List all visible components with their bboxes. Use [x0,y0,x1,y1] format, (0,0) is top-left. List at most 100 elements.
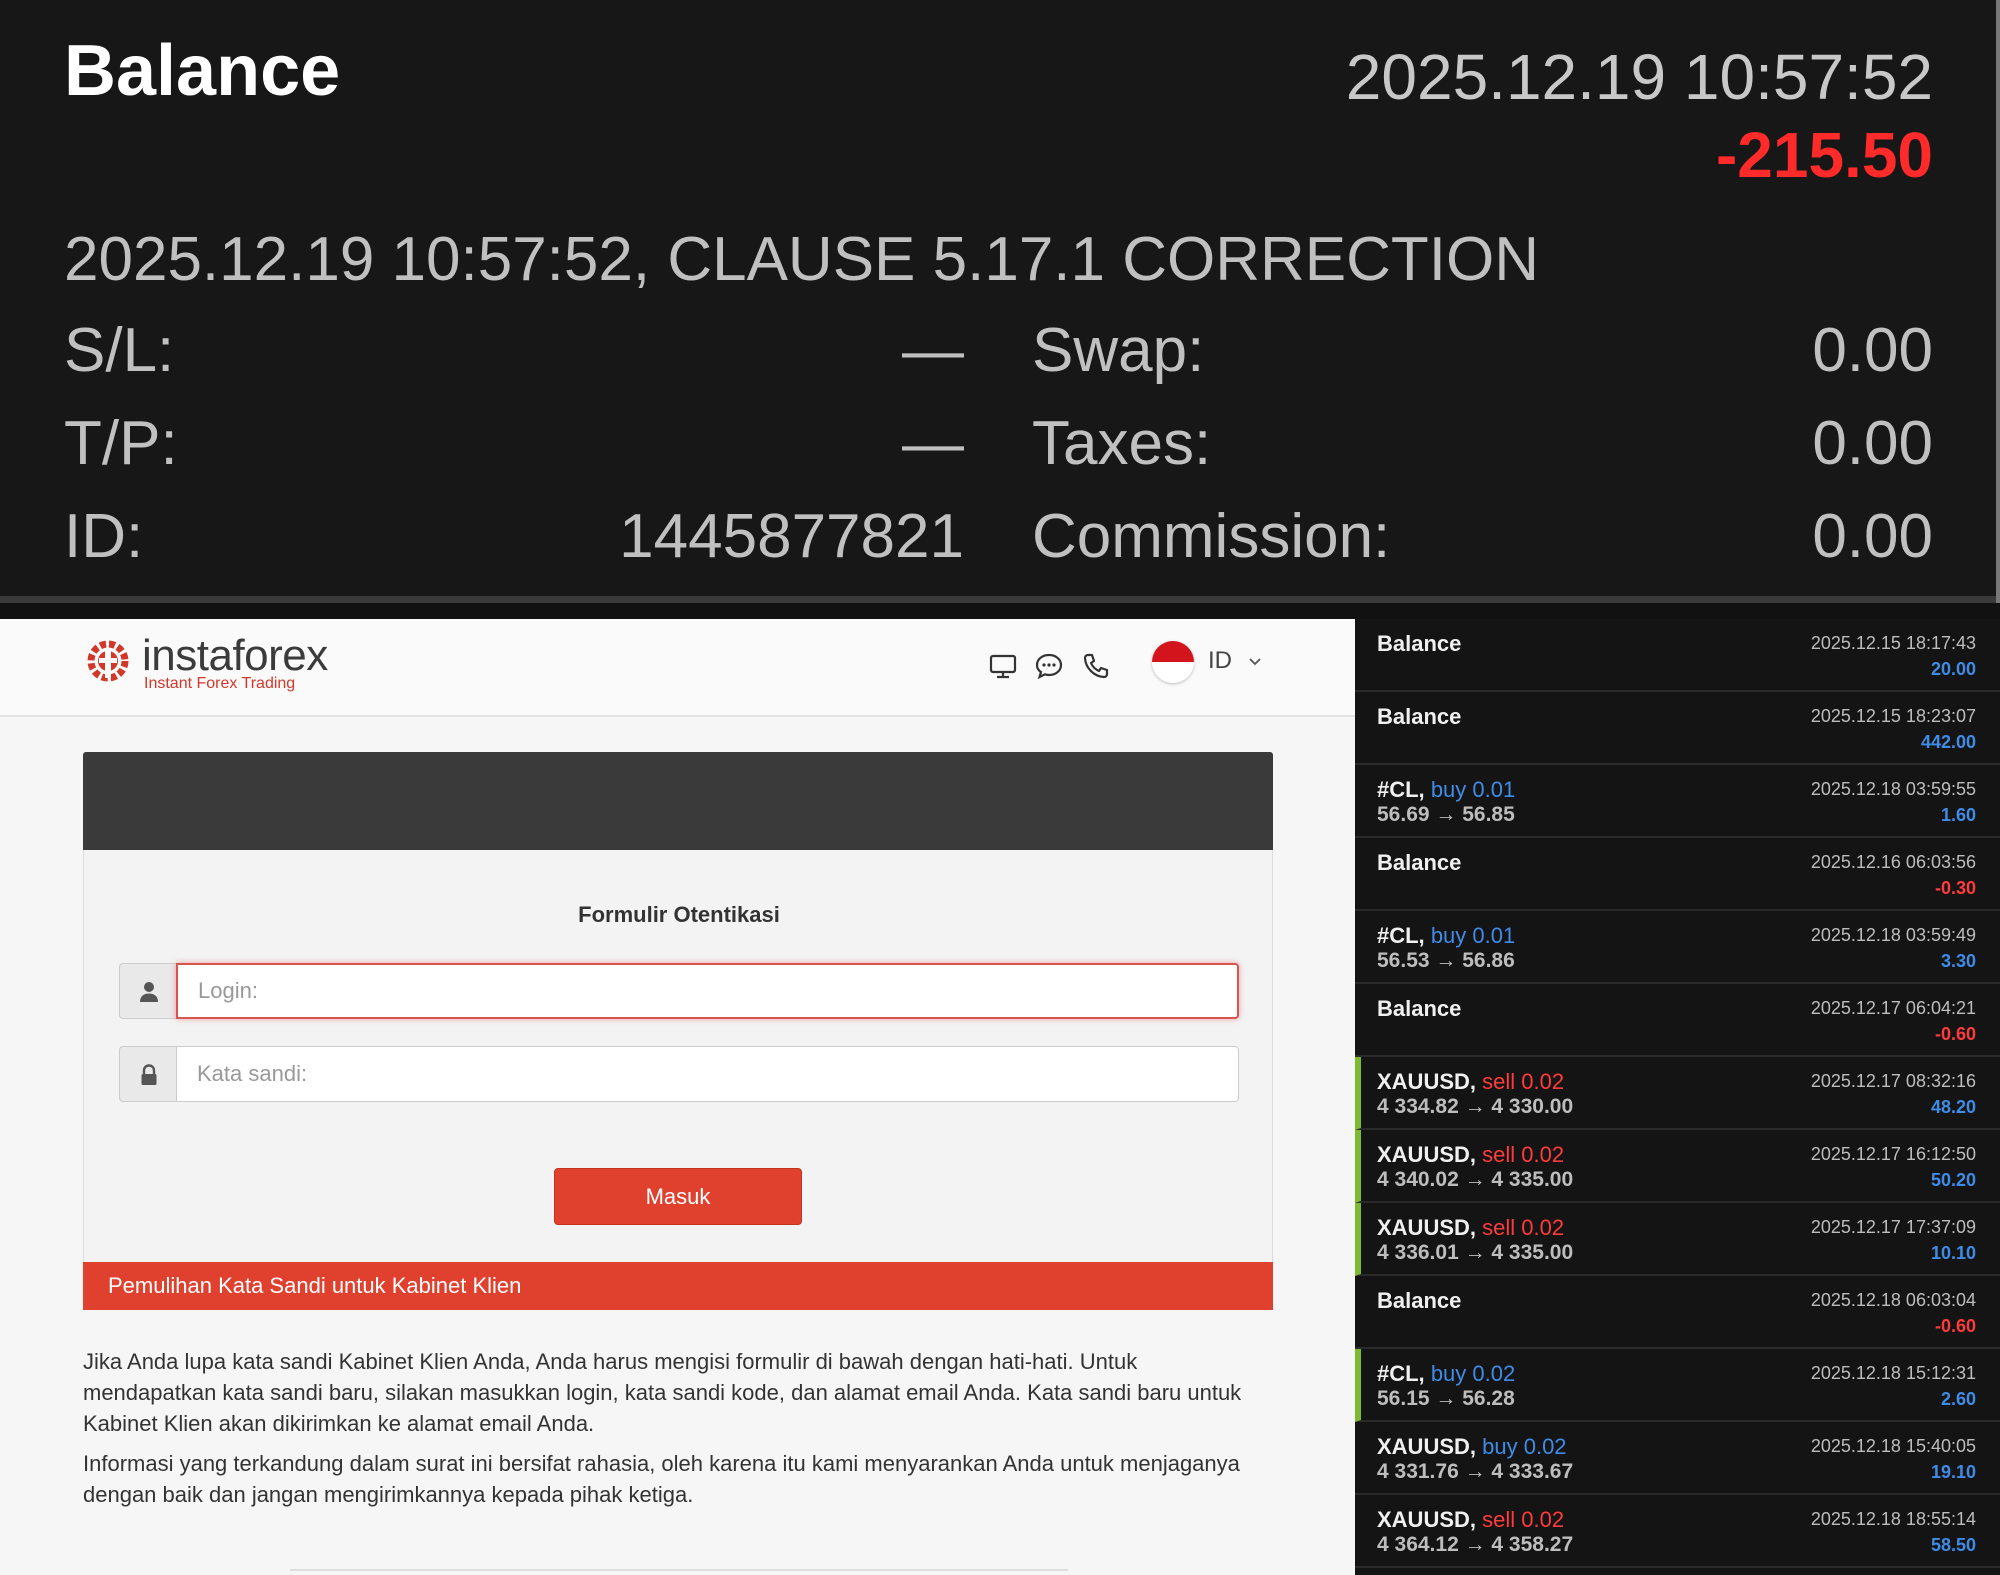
sl-value: — [902,316,964,385]
history-row-12[interactable]: XAUUSD, sell 0.02 4 364.12 → 4 358.27 20… [1355,1495,2000,1568]
taxes-value: 0.00 [1812,409,1933,478]
history-price: 4 364.12 → 4 358.27 [1377,1533,1574,1556]
swap-row: Swap: 0.00 [1032,316,1933,386]
form-header-bar [83,752,1273,850]
login-input[interactable] [176,963,1239,1019]
history-time: 2025.12.17 08:32:16 [1810,1071,1976,1091]
detail-time: 2025.12.19 10:57:52 [1345,41,1933,113]
history-price: 4 331.76 → 4 333.67 [1377,1460,1574,1483]
password-addon [119,1046,176,1102]
history-symbol: Balance [1377,996,1462,1021]
commission-row: Commission: 0.00 [1032,502,1933,572]
history-row-3[interactable]: Balance 2025.12.16 06:03:56 -0.30 [1355,838,2000,911]
history-price: 56.15 → 56.28 [1377,1387,1515,1410]
panel-divider [0,596,2000,603]
history-symbol: Balance [1377,850,1462,875]
user-icon [140,982,158,1002]
id-value: 1445877821 [619,502,964,571]
password-input[interactable] [176,1046,1239,1102]
history-row-4[interactable]: #CL, buy 0.01 56.53 → 56.86 2025.12.18 0… [1355,911,2000,984]
language-selector[interactable]: ID [1208,647,1232,675]
history-symbol: #CL, buy 0.01 [1377,777,1516,802]
login-addon [119,963,176,1019]
auth-form: Formulir Otentikasi Masuk [83,850,1273,1262]
history-symbol: XAUUSD, sell 0.02 [1377,1215,1565,1240]
history-price: 4 340.02 → 4 335.00 [1377,1168,1574,1191]
history-profit: -0.30 [1934,878,1976,898]
balance-detail-panel: Balance 2025.12.19 10:57:52 -215.50 2025… [0,0,2000,603]
history-row-5[interactable]: Balance 2025.12.17 06:04:21 -0.60 [1355,984,2000,1057]
history-price: 56.69 → 56.85 [1377,803,1515,826]
history-profit: 2.60 [1940,1389,1976,1409]
history-row-2[interactable]: #CL, buy 0.01 56.69 → 56.85 2025.12.18 0… [1355,765,2000,838]
history-time: 2025.12.18 03:59:55 [1810,779,1976,799]
history-time: 2025.12.18 18:55:14 [1810,1509,1976,1529]
site-header: instaforex Instant Forex Trading ID [0,619,1355,717]
history-row-10[interactable]: #CL, buy 0.02 56.15 → 56.28 2025.12.18 1… [1355,1349,2000,1422]
history-profit: 442.00 [1920,732,1976,752]
chevron-down-icon[interactable] [1248,655,1262,669]
detail-comment: 2025.12.19 10:57:52, CLAUSE 5.17.1 CORRE… [64,225,1540,294]
history-profit: -0.60 [1934,1024,1976,1044]
indonesia-flag-icon[interactable] [1152,641,1194,683]
history-profit: 58.50 [1930,1535,1976,1555]
phone-icon[interactable] [1081,651,1111,681]
history-profit: -0.60 [1934,1316,1976,1336]
history-symbol: #CL, buy 0.02 [1377,1361,1516,1386]
login-submit-button[interactable]: Masuk [554,1168,802,1225]
history-price: 56.53 → 56.86 [1377,949,1515,972]
history-profit: 50.20 [1930,1170,1976,1190]
history-time: 2025.12.18 06:03:04 [1810,1290,1976,1310]
history-row-0[interactable]: Balance 2025.12.15 18:17:43 20.00 [1355,619,2000,692]
history-time: 2025.12.15 18:23:07 [1810,706,1976,726]
swap-value: 0.00 [1812,316,1933,385]
logo-name[interactable]: instaforex [142,631,328,681]
history-row-9[interactable]: Balance 2025.12.18 06:03:04 -0.60 [1355,1276,2000,1349]
sl-row: S/L: — [64,316,964,386]
id-label: ID: [64,502,144,571]
history-profit: 19.10 [1930,1462,1976,1482]
logo-tagline: Instant Forex Trading [144,675,296,692]
login-field-group [119,963,1239,1019]
history-row-8[interactable]: XAUUSD, sell 0.02 4 336.01 → 4 335.00 20… [1355,1203,2000,1276]
history-price: 4 334.82 → 4 330.00 [1377,1095,1574,1118]
trade-history-list: Balance 2025.12.15 18:17:43 20.00 Balanc… [1355,619,2000,1575]
panel-edge [1996,0,2000,603]
id-row: ID: 1445877821 [64,502,964,572]
form-bottom-edge [290,1569,1068,1575]
history-symbol: XAUUSD, sell 0.02 [1377,1507,1565,1532]
monitor-icon[interactable] [988,651,1018,681]
confidentiality-notice: Informasi yang terkandung dalam surat in… [83,1451,1240,1507]
history-profit: 10.10 [1930,1243,1976,1263]
commission-label: Commission: [1032,502,1391,571]
history-time: 2025.12.16 06:03:56 [1810,852,1976,872]
form-title: Formulir Otentikasi [578,902,780,927]
history-profit: 48.20 [1930,1097,1976,1117]
commission-value: 0.00 [1812,502,1933,571]
tp-row: T/P: — [64,409,964,479]
history-row-1[interactable]: Balance 2025.12.15 18:23:07 442.00 [1355,692,2000,765]
history-side: buy 0.01 [1430,777,1516,802]
history-side: buy 0.02 [1482,1434,1567,1459]
history-time: 2025.12.15 18:17:43 [1810,633,1976,653]
sl-label: S/L: [64,316,175,385]
detail-amount: -215.50 [1715,119,1933,191]
history-symbol: XAUUSD, sell 0.02 [1377,1069,1565,1094]
history-time: 2025.12.17 17:37:09 [1810,1217,1976,1237]
history-symbol: Balance [1377,631,1462,656]
history-symbol: Balance [1377,704,1462,729]
history-profit: 3.30 [1940,951,1976,971]
history-side: buy 0.02 [1430,1361,1516,1386]
history-side: sell 0.02 [1482,1215,1565,1240]
history-row-6[interactable]: XAUUSD, sell 0.02 4 334.82 → 4 330.00 20… [1355,1057,2000,1130]
chat-icon[interactable] [1034,651,1064,681]
history-row-7[interactable]: XAUUSD, sell 0.02 4 340.02 → 4 335.00 20… [1355,1130,2000,1203]
history-time: 2025.12.18 15:12:31 [1810,1363,1976,1383]
instaforex-logo-icon[interactable] [82,634,134,688]
tp-label: T/P: [64,409,178,478]
history-price: 4 336.01 → 4 335.00 [1377,1241,1574,1264]
history-side: sell 0.02 [1482,1142,1565,1167]
history-time: 2025.12.18 03:59:49 [1810,925,1976,945]
history-row-11[interactable]: XAUUSD, buy 0.02 4 331.76 → 4 333.67 202… [1355,1422,2000,1495]
recovery-instructions: Jika Anda lupa kata sandi Kabinet Klien … [83,1349,1242,1436]
